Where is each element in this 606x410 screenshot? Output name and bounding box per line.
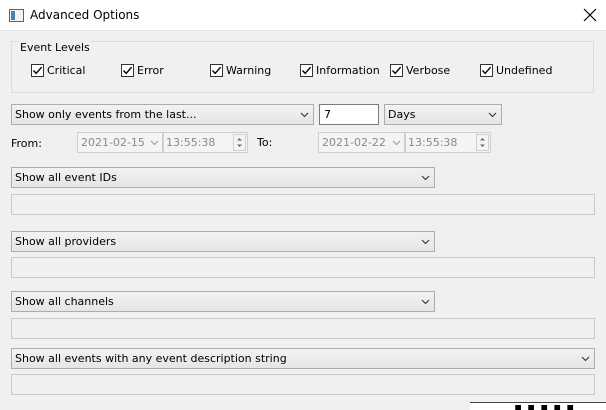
critical-checkbox[interactable]: Critical	[31, 63, 85, 78]
checkbox-box[interactable]	[390, 64, 403, 77]
to-time-picker[interactable]: 13:55:38	[405, 132, 491, 153]
checkbox-box[interactable]	[300, 64, 313, 77]
checkbox-label: Error	[137, 64, 164, 77]
chevron-down-icon	[421, 175, 430, 181]
chevron-down-icon	[488, 112, 497, 118]
checkbox-box[interactable]	[121, 64, 134, 77]
time-mode-value: Show only events from the last...	[15, 108, 197, 121]
checkbox-label: Warning	[226, 64, 272, 77]
window-title: Advanced Options	[30, 8, 140, 22]
to-date-value: 2021-02-22	[322, 136, 386, 149]
information-checkbox[interactable]: Information	[300, 63, 380, 78]
channels-input[interactable]	[11, 318, 595, 339]
chevron-down-icon	[392, 140, 401, 146]
close-icon	[583, 8, 597, 22]
channels-dropdown[interactable]: Show all channels	[11, 291, 435, 312]
check-icon	[301, 66, 312, 75]
checkbox-label: Verbose	[406, 64, 451, 77]
background-text-fragment: ▮▮▮▮▮	[512, 403, 577, 410]
channels-value: Show all channels	[15, 295, 114, 308]
providers-input[interactable]	[11, 257, 595, 278]
time-amount-value: 7	[324, 108, 331, 121]
event-ids-dropdown[interactable]: Show all event IDs	[11, 167, 435, 188]
check-icon	[122, 66, 133, 75]
time-mode-dropdown[interactable]: Show only events from the last...	[11, 104, 314, 125]
checkbox-label: Critical	[47, 64, 86, 77]
check-icon	[481, 66, 492, 75]
description-dropdown[interactable]: Show all events with any event descripti…	[11, 348, 595, 369]
chevron-down-icon	[581, 356, 590, 362]
providers-value: Show all providers	[15, 235, 117, 248]
app-icon	[9, 9, 24, 22]
from-time-picker[interactable]: 13:55:38	[163, 132, 248, 153]
providers-dropdown[interactable]: Show all providers	[11, 231, 435, 252]
event-ids-input[interactable]	[11, 194, 595, 215]
warning-checkbox[interactable]: Warning	[210, 63, 271, 78]
checkbox-label: Undefined	[496, 64, 553, 77]
from-time-value: 13:55:38	[166, 136, 216, 149]
event-ids-value: Show all event IDs	[15, 171, 117, 184]
description-value: Show all events with any event descripti…	[15, 352, 287, 365]
time-unit-value: Days	[388, 108, 416, 121]
check-icon	[391, 66, 402, 75]
chevron-down-icon	[150, 140, 159, 146]
to-date-picker[interactable]: 2021-02-22	[318, 132, 405, 153]
checkbox-box[interactable]	[210, 64, 223, 77]
description-input[interactable]	[11, 374, 595, 395]
time-amount-input[interactable]: 7	[319, 104, 379, 125]
checkbox-box[interactable]	[480, 64, 493, 77]
checkbox-label: Information	[316, 64, 380, 77]
chevron-down-icon	[421, 239, 430, 245]
time-unit-dropdown[interactable]: Days	[384, 104, 502, 125]
from-date-picker[interactable]: 2021-02-15	[77, 132, 163, 153]
spinner-arrows-icon[interactable]	[233, 134, 246, 151]
title-bar: Advanced Options	[0, 0, 606, 31]
check-icon	[32, 66, 43, 75]
background-window-fragment: ▮▮▮▮▮	[470, 402, 606, 410]
from-date-value: 2021-02-15	[81, 136, 145, 149]
checkbox-box[interactable]	[31, 64, 44, 77]
close-button[interactable]	[574, 0, 606, 30]
check-icon	[211, 66, 222, 75]
undefined-checkbox[interactable]: Undefined	[480, 63, 552, 78]
chevron-down-icon	[421, 299, 430, 305]
to-label: To:	[257, 136, 273, 149]
error-checkbox[interactable]: Error	[121, 63, 164, 78]
from-label: From:	[11, 137, 42, 150]
spinner-arrows-icon[interactable]	[476, 134, 489, 151]
to-time-value: 13:55:38	[408, 136, 458, 149]
chevron-down-icon	[300, 112, 309, 118]
verbose-checkbox[interactable]: Verbose	[390, 63, 450, 78]
event-levels-legend: Event Levels	[19, 41, 91, 54]
